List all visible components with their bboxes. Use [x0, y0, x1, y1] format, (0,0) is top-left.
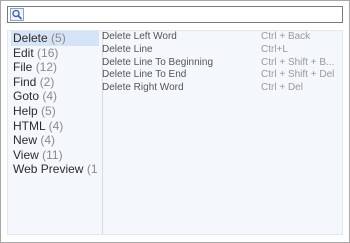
category-count: (4) [42, 89, 58, 104]
search-icon [10, 8, 24, 21]
category-item-file[interactable]: File (12) [11, 60, 99, 75]
command-shortcut: Ctrl + Shift + B... [261, 56, 335, 68]
command-shortcut: Ctrl + Back [261, 31, 311, 42]
category-count: (4) [48, 118, 64, 133]
command-name: Delete Left Word [102, 31, 177, 42]
category-name: Web Preview [13, 162, 84, 177]
category-name: View [13, 147, 39, 162]
category-name: Edit [13, 45, 34, 60]
category-count: (11) [42, 147, 63, 162]
category-item-html[interactable]: HTML (4) [11, 119, 99, 134]
search-box[interactable] [7, 6, 343, 23]
category-count: (2) [39, 74, 55, 89]
category-item-delete[interactable]: Delete (5) [11, 31, 99, 46]
category-count: (1 [86, 162, 98, 177]
category-name: File [13, 60, 33, 75]
command-shortcut: Ctrl + Del [261, 82, 303, 94]
category-count: (4) [40, 133, 56, 148]
command-name: Delete Line [102, 43, 153, 55]
palette-content: Delete (5) Edit (16) File (12) Find (2) … [7, 30, 343, 235]
command-shortcut: Ctrl+L [261, 43, 288, 55]
category-item-web-preview[interactable]: Web Preview (1 [11, 162, 99, 177]
command-item-delete-line-to-beginning[interactable]: Delete Line To Beginning Ctrl + Shift + … [102, 57, 342, 70]
category-count: (12) [35, 60, 58, 75]
category-count: (5) [41, 103, 56, 118]
category-item-help[interactable]: Help (5) [11, 104, 99, 119]
command-name: Delete Right Word [102, 82, 184, 94]
category-name: New [13, 133, 38, 148]
category-name: Goto [13, 89, 40, 104]
command-item-delete-left-word[interactable]: Delete Left Word Ctrl + Back [102, 31, 342, 44]
category-item-new[interactable]: New (4) [11, 133, 99, 148]
category-item-edit[interactable]: Edit (16) [11, 46, 99, 61]
command-shortcut: Ctrl + Shift + Del [261, 69, 335, 81]
category-item-goto[interactable]: Goto (4) [11, 89, 99, 104]
command-name: Delete Line To End [102, 69, 187, 81]
category-count: (16) [37, 45, 59, 60]
command-palette-window: Delete (5) Edit (16) File (12) Find (2) … [0, 0, 350, 243]
category-item-view[interactable]: View (11) [11, 148, 99, 163]
category-name: Find [13, 74, 37, 89]
category-count: (5) [51, 31, 66, 45]
category-name: HTML [13, 118, 46, 133]
command-item-delete-line-to-end[interactable]: Delete Line To End Ctrl + Shift + Del [102, 69, 342, 82]
command-item-delete-line[interactable]: Delete Line Ctrl+L [102, 44, 342, 57]
search-input[interactable] [25, 7, 340, 22]
command-list: Delete Left Word Ctrl + Back Delete Line… [102, 31, 342, 95]
category-name: Help [13, 103, 38, 118]
category-name: Delete [13, 31, 48, 45]
command-item-delete-right-word[interactable]: Delete Right Word Ctrl + Del [102, 82, 342, 95]
command-name: Delete Line To Beginning [102, 56, 214, 68]
category-item-find[interactable]: Find (2) [11, 75, 99, 90]
category-list: Delete (5) Edit (16) File (12) Find (2) … [11, 31, 99, 177]
